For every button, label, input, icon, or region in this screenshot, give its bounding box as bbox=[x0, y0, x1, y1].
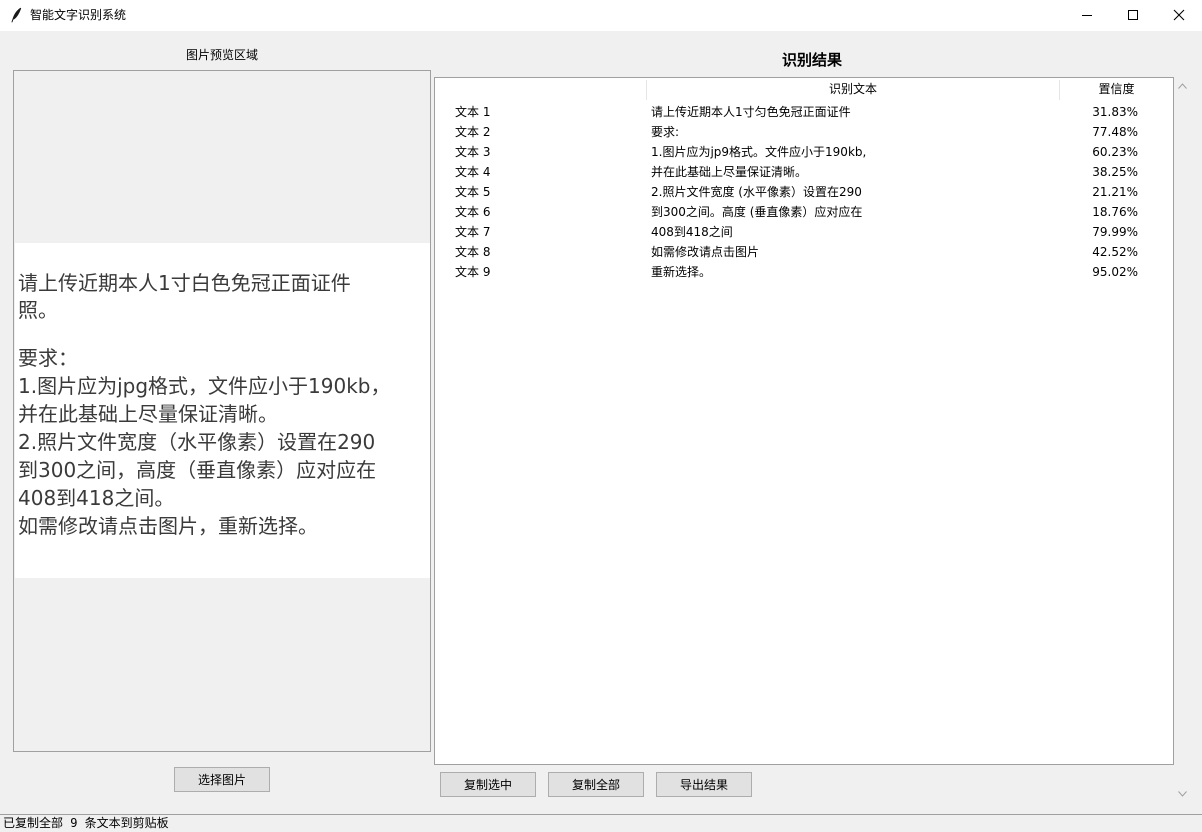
row-text: 1.图片应为jp9格式。文件应小于190kb, bbox=[651, 145, 867, 159]
preview-image-line: 并在此基础上尽量保证清晰。 bbox=[18, 402, 278, 426]
row-text: 要求: bbox=[651, 125, 680, 139]
table-row[interactable]: 文本 5 2.照片文件宽度 (水平像素）设置在290 21.21% bbox=[435, 182, 1173, 202]
row-text: 重新选择。 bbox=[651, 265, 712, 279]
row-text: 请上传近期本人1寸匀色免冠正面证件 bbox=[651, 105, 851, 119]
row-confidence: 77.48% bbox=[1092, 125, 1138, 139]
result-table[interactable]: 识别文本 置信度 文本 1 请上传近期本人1寸匀色免冠正面证件 31.83% 文本 … bbox=[434, 77, 1174, 765]
copy-selected-button[interactable]: 复制选中 bbox=[440, 772, 536, 797]
table-row[interactable]: 文本 8 如需修改请点击图片 42.52% bbox=[435, 242, 1173, 262]
row-confidence: 79.99% bbox=[1092, 225, 1138, 239]
table-row[interactable]: 文本 3 1.图片应为jp9格式。文件应小于190kb, 60.23% bbox=[435, 142, 1173, 162]
window-title: 智能文字识别系统 bbox=[30, 8, 127, 22]
row-text: 到300之间。高度 (垂直像素）应对应在 bbox=[651, 205, 863, 219]
preview-image-line: 408到418之间。 bbox=[18, 486, 175, 510]
close-icon bbox=[1173, 9, 1185, 21]
minimize-button[interactable] bbox=[1064, 0, 1110, 31]
title-bar: 智能文字识别系统 bbox=[0, 0, 1202, 31]
preview-image-line: 2.照片文件宽度（水平像素）设置在290 bbox=[18, 430, 376, 454]
preview-image-line: 如需修改请点击图片，重新选择。 bbox=[18, 514, 318, 538]
maximize-icon bbox=[1128, 10, 1138, 20]
copy-all-button[interactable]: 复制全部 bbox=[548, 772, 644, 797]
row-confidence: 21.21% bbox=[1092, 185, 1138, 199]
row-confidence: 95.02% bbox=[1092, 265, 1138, 279]
preview-image-line: 照。 bbox=[18, 298, 58, 322]
minimize-icon bbox=[1082, 15, 1092, 16]
table-row[interactable]: 文本 4 并在此基础上尽量保证清晰。 38.25% bbox=[435, 162, 1173, 182]
row-id: 文本 5 bbox=[455, 185, 491, 199]
row-confidence: 18.76% bbox=[1092, 205, 1138, 219]
row-text: 并在此基础上尽量保证清晰。 bbox=[651, 165, 808, 179]
column-header-confidence[interactable]: 置信度 bbox=[1060, 78, 1173, 101]
preview-image-line: 请上传近期本人1寸白色免冠正面证件 bbox=[18, 271, 351, 295]
table-row[interactable]: 文本 7 408到418之间 79.99% bbox=[435, 222, 1173, 242]
preview-area-label: 图片预览区域 bbox=[185, 48, 258, 62]
scroll-down-icon[interactable] bbox=[1178, 791, 1187, 797]
preview-image[interactable]: 请上传近期本人1寸白色免冠正面证件 照。 要求： 1.图片应为jpg格式，文件应… bbox=[15, 243, 430, 578]
table-header: 识别文本 置信度 bbox=[435, 78, 1173, 101]
status-bar: 已复制全部 9 条文本到剪贴板 bbox=[0, 814, 1202, 832]
row-id: 文本 4 bbox=[455, 165, 491, 179]
table-row[interactable]: 文本 6 到300之间。高度 (垂直像素）应对应在 18.76% bbox=[435, 202, 1173, 222]
row-confidence: 42.52% bbox=[1092, 245, 1138, 259]
row-id: 文本 2 bbox=[455, 125, 491, 139]
row-text: 2.照片文件宽度 (水平像素）设置在290 bbox=[651, 185, 862, 199]
scroll-up-icon[interactable] bbox=[1178, 83, 1187, 89]
row-id: 文本 6 bbox=[455, 205, 491, 219]
row-id: 文本 8 bbox=[455, 245, 491, 259]
row-confidence: 38.25% bbox=[1092, 165, 1138, 179]
table-row[interactable]: 文本 9 重新选择。 95.02% bbox=[435, 262, 1173, 282]
preview-image-line: 到300之间，高度（垂直像素）应对应在 bbox=[18, 458, 377, 482]
row-text: 408到418之间 bbox=[651, 225, 733, 239]
row-confidence: 60.23% bbox=[1092, 145, 1138, 159]
maximize-button[interactable] bbox=[1110, 0, 1156, 31]
table-body: 文本 1 请上传近期本人1寸匀色免冠正面证件 31.83% 文本 2 要求: 77.48… bbox=[435, 102, 1173, 282]
row-text: 如需修改请点击图片 bbox=[651, 245, 760, 259]
table-row[interactable]: 文本 1 请上传近期本人1寸匀色免冠正面证件 31.83% bbox=[435, 102, 1173, 122]
table-row[interactable]: 文本 2 要求: 77.48% bbox=[435, 122, 1173, 142]
vertical-scrollbar[interactable] bbox=[1174, 77, 1191, 804]
row-id: 文本 1 bbox=[455, 105, 491, 119]
row-id: 文本 3 bbox=[455, 145, 491, 159]
app-window: 智能文字识别系统 图片预览区域 请上传近期本人1寸白色免冠正面证件 照。 要求：… bbox=[0, 0, 1202, 832]
result-title: 识别结果 bbox=[781, 51, 842, 69]
export-results-button[interactable]: 导出结果 bbox=[656, 772, 752, 797]
preview-image-line: 1.图片应为jpg格式，文件应小于190kb， bbox=[18, 374, 391, 398]
column-header-text[interactable]: 识别文本 bbox=[647, 78, 1059, 101]
row-id: 文本 9 bbox=[455, 265, 491, 279]
select-image-button[interactable]: 选择图片 bbox=[174, 767, 270, 792]
row-id: 文本 7 bbox=[455, 225, 491, 239]
column-header-id[interactable] bbox=[435, 78, 646, 101]
row-confidence: 31.83% bbox=[1092, 105, 1138, 119]
preview-image-line: 要求： bbox=[18, 346, 78, 370]
feather-icon bbox=[11, 7, 22, 23]
close-button[interactable] bbox=[1156, 0, 1202, 31]
